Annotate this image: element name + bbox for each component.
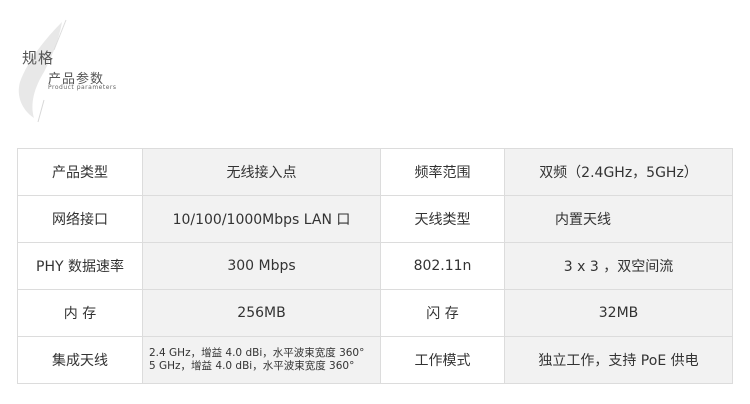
section-title: 规格 <box>22 49 55 67</box>
spec-label: 天线类型 <box>380 195 505 243</box>
spec-value-line: 5 GHz，增益 4.0 dBi，水平波束宽度 360° <box>149 360 355 372</box>
spec-value: 内置天线 <box>504 195 733 243</box>
spec-value: 3 x 3 ，双空间流 <box>504 242 733 290</box>
spec-table: 产品类型 无线接入点 频率范围 双频（2.4GHz，5GHz） 网络接口 10/… <box>17 148 733 384</box>
spec-value: 独立工作，支持 PoE 供电 <box>504 336 733 384</box>
table-row: 集成天线 2.4 GHz，增益 4.0 dBi，水平波束宽度 360° 5 GH… <box>17 336 733 384</box>
table-row: 内 存 256MB 闪 存 32MB <box>17 289 733 337</box>
section-header: 规格 产品参数 Product parameters <box>0 0 200 130</box>
brush-stroke-decoration <box>18 19 67 123</box>
table-row: 产品类型 无线接入点 频率范围 双频（2.4GHz，5GHz） <box>17 148 733 196</box>
spec-label: 工作模式 <box>380 336 505 384</box>
spec-label: 网络接口 <box>17 195 143 243</box>
spec-label: 802.11n <box>380 242 505 290</box>
spec-value: 256MB <box>142 289 381 337</box>
spec-value: 32MB <box>504 289 733 337</box>
spec-label: 内 存 <box>17 289 143 337</box>
spec-value-line: 2.4 GHz，增益 4.0 dBi，水平波束宽度 360° <box>149 347 365 359</box>
spec-value-multiline: 2.4 GHz，增益 4.0 dBi，水平波束宽度 360° 5 GHz，增益 … <box>142 336 381 384</box>
section-subtitle-en: Product parameters <box>48 84 117 91</box>
spec-value: 10/100/1000Mbps LAN 口 <box>142 195 381 243</box>
spec-label: PHY 数据速率 <box>17 242 143 290</box>
spec-label: 产品类型 <box>17 148 143 196</box>
spec-value: 300 Mbps <box>142 242 381 290</box>
spec-label: 集成天线 <box>17 336 143 384</box>
table-row: 网络接口 10/100/1000Mbps LAN 口 天线类型 内置天线 <box>17 195 733 243</box>
table-row: PHY 数据速率 300 Mbps 802.11n 3 x 3 ，双空间流 <box>17 242 733 290</box>
spec-label: 频率范围 <box>380 148 505 196</box>
spec-value: 双频（2.4GHz，5GHz） <box>504 148 733 196</box>
spec-label: 闪 存 <box>380 289 505 337</box>
spec-value: 无线接入点 <box>142 148 381 196</box>
